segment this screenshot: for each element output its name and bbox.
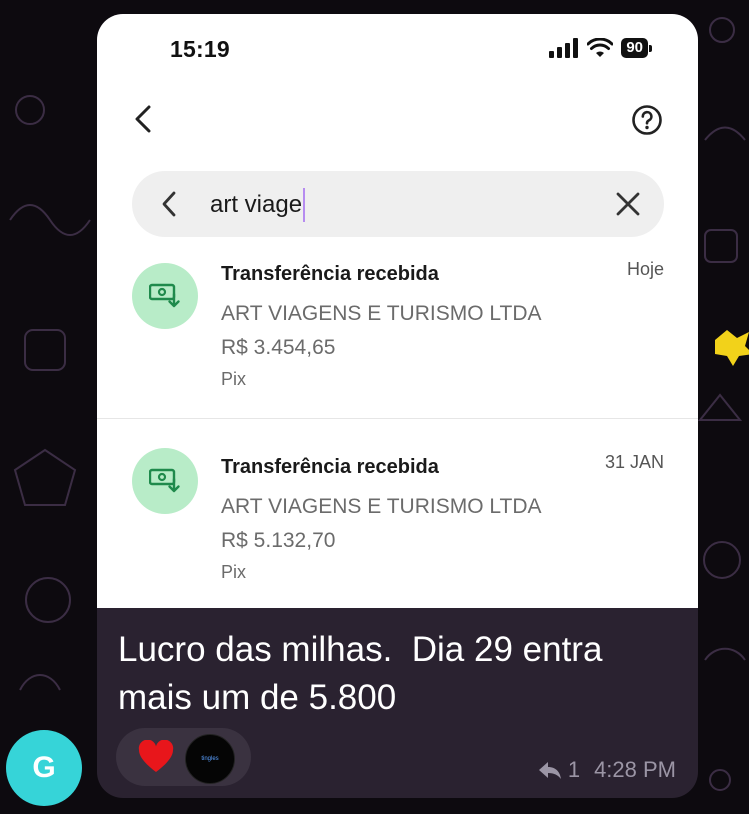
search-input-value: art viage bbox=[210, 191, 303, 218]
status-icons: 90 bbox=[549, 38, 652, 58]
search-bar[interactable]: art viage bbox=[132, 171, 664, 237]
reactions-pill[interactable]: tingles bbox=[116, 728, 251, 786]
transaction-counterparty: ART VIAGENS E TURISMO LTDA bbox=[221, 302, 542, 325]
reactor-avatar[interactable]: tingles bbox=[185, 734, 235, 784]
message-caption: Lucro das milhas. Dia 29 entra mais um d… bbox=[118, 630, 603, 717]
status-time: 15:19 bbox=[170, 36, 230, 62]
transaction-counterparty: ART VIAGENS E TURISMO LTDA bbox=[221, 495, 542, 518]
question-circle-icon[interactable] bbox=[631, 104, 663, 136]
money-receive-icon bbox=[132, 263, 198, 329]
heart-icon bbox=[138, 740, 174, 772]
wifi-icon bbox=[587, 38, 614, 57]
transaction-method: Pix bbox=[221, 369, 247, 389]
text-cursor bbox=[303, 188, 306, 222]
shared-screenshot[interactable]: 15:19 90 art viage Transferência recebid… bbox=[97, 14, 698, 608]
battery-tip bbox=[649, 44, 652, 52]
money-receive-icon bbox=[132, 448, 198, 514]
message-meta: 1 4:28 PM bbox=[538, 757, 676, 783]
transaction-title: Transferência recebida bbox=[221, 456, 439, 478]
message-time: 4:28 PM bbox=[594, 757, 676, 782]
chevron-left-icon[interactable] bbox=[129, 104, 159, 134]
battery-level: 90 bbox=[621, 38, 648, 58]
transaction-amount: R$ 3.454,65 bbox=[221, 336, 336, 359]
sender-initial: G bbox=[32, 751, 56, 784]
sender-avatar[interactable]: G bbox=[6, 730, 82, 806]
cellular-signal-icon bbox=[549, 38, 579, 58]
reply-arrow-icon[interactable] bbox=[538, 760, 562, 780]
reactor-avatar-text: tingles bbox=[201, 756, 219, 762]
battery-indicator: 90 bbox=[621, 38, 652, 58]
transaction-title: Transferência recebida bbox=[221, 263, 439, 285]
divider bbox=[97, 418, 698, 419]
transaction-amount: R$ 5.132,70 bbox=[221, 529, 336, 552]
transaction-date: Hoje bbox=[626, 259, 664, 279]
transaction-date: 31 JAN bbox=[604, 452, 664, 472]
message-bubble[interactable]: 15:19 90 art viage Transferência recebid… bbox=[97, 14, 698, 798]
transaction-method: Pix bbox=[221, 562, 247, 582]
close-icon[interactable] bbox=[614, 190, 642, 218]
search-input[interactable]: art viage bbox=[210, 188, 306, 222]
search-back-icon[interactable] bbox=[156, 189, 184, 219]
reply-count[interactable]: 1 bbox=[568, 757, 580, 783]
